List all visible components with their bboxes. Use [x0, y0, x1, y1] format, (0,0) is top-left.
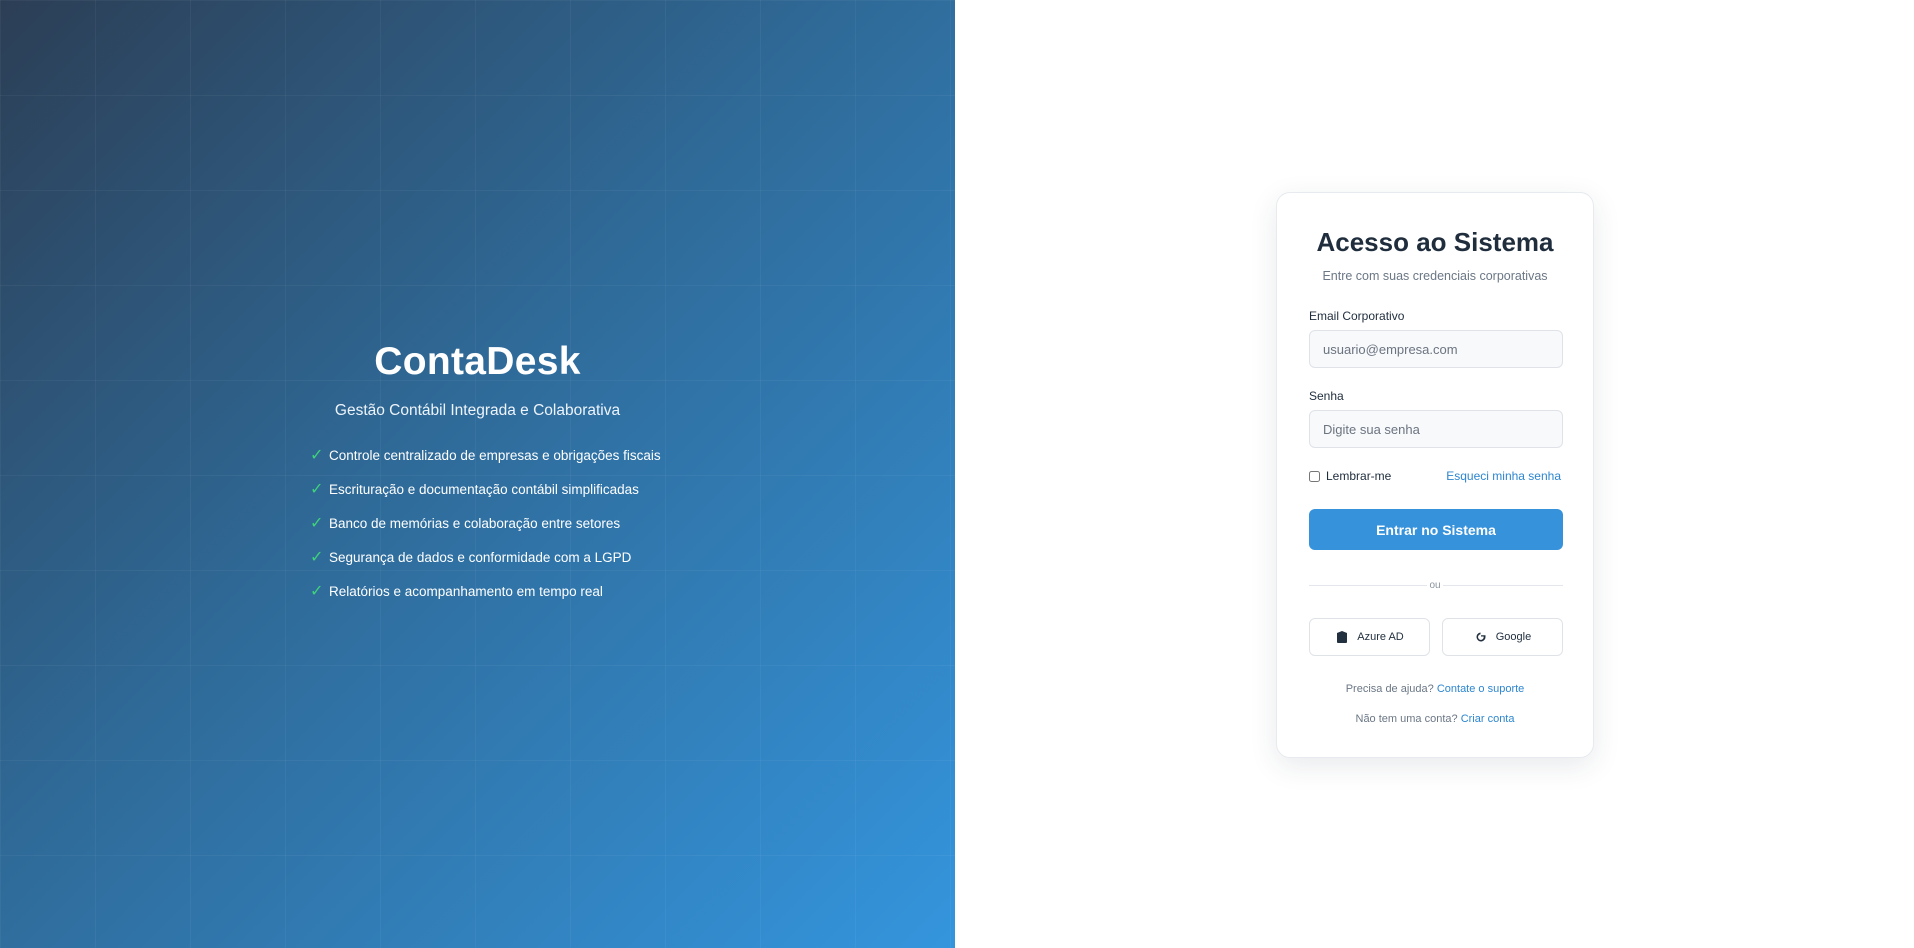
check-icon: ✓	[310, 481, 324, 498]
feature-item: ✓ Banco de memórias e colaboração entre s…	[310, 514, 661, 548]
check-icon: ✓	[310, 549, 324, 566]
login-subtitle: Entre com suas credenciais corporativas	[1322, 269, 1548, 283]
login-title: Acesso ao Sistema	[1316, 227, 1554, 257]
login-submit-button[interactable]: Entrar no Sistema	[1309, 509, 1563, 550]
feature-text: Controle centralizado de empresas e obri…	[329, 448, 661, 463]
help-text: Precisa de ajuda?	[1345, 683, 1434, 695]
feature-text: Banco de memórias e colaboração entre se…	[329, 516, 621, 531]
brand-block: ContaDesk Gestão Contábil Integrada e Co…	[0, 338, 955, 420]
password-field[interactable]	[1309, 410, 1563, 448]
login-card: Acesso ao Sistema Entre com suas credenc…	[1276, 192, 1594, 758]
brand-subtitle: Gestão Contábil Integrada e Colaborativa	[334, 402, 621, 419]
signup-text: Não tem uma conta?	[1355, 713, 1458, 725]
contact-support-link[interactable]: Contate o suporte	[1437, 683, 1524, 695]
google-button[interactable]: Google	[1442, 618, 1563, 656]
check-icon: ✓	[310, 583, 324, 600]
feature-item: ✓ Escrituração e documentação contábil si…	[310, 480, 661, 514]
azure-ad-label: Azure AD	[1357, 631, 1404, 643]
create-account-link[interactable]: Criar conta	[1461, 713, 1515, 725]
brand-panel: ContaDesk Gestão Contábil Integrada e Co…	[0, 0, 955, 948]
google-icon	[1474, 630, 1488, 644]
email-label: Email Corporativo	[1309, 309, 1405, 323]
signup-line: Não tem uma conta? Criar conta	[1277, 713, 1593, 725]
google-label: Google	[1495, 631, 1532, 643]
azure-ad-icon	[1335, 630, 1349, 644]
divider-text: ou	[1427, 580, 1443, 591]
forgot-password-link[interactable]: Esqueci minha senha	[1446, 469, 1561, 483]
feature-text: Relatórios e acompanhamento em tempo rea…	[329, 584, 603, 599]
remember-checkbox[interactable]	[1309, 470, 1320, 482]
feature-list: ✓ Controle centralizado de empresas e obr…	[310, 446, 661, 616]
help-line: Precisa de ajuda? Contate o suporte	[1277, 683, 1593, 695]
feature-item: ✓ Controle centralizado de empresas e obr…	[310, 446, 661, 480]
azure-ad-button[interactable]: Azure AD	[1309, 618, 1430, 656]
feature-item: ✓ Segurança de dados e conformidade com a…	[310, 548, 661, 582]
feature-text: Segurança de dados e conformidade com a …	[329, 550, 632, 565]
feature-text: Escrituração e documentação contábil sim…	[329, 482, 639, 497]
password-label: Senha	[1309, 389, 1344, 403]
remember-me[interactable]: Lembrar-me	[1309, 469, 1391, 483]
email-field[interactable]	[1309, 330, 1563, 368]
brand-title: ContaDesk	[374, 340, 581, 383]
feature-item: ✓ Relatórios e acompanhamento em tempo re…	[310, 582, 661, 616]
check-icon: ✓	[310, 515, 324, 532]
check-icon: ✓	[310, 447, 324, 464]
remember-label: Lembrar-me	[1326, 469, 1392, 483]
